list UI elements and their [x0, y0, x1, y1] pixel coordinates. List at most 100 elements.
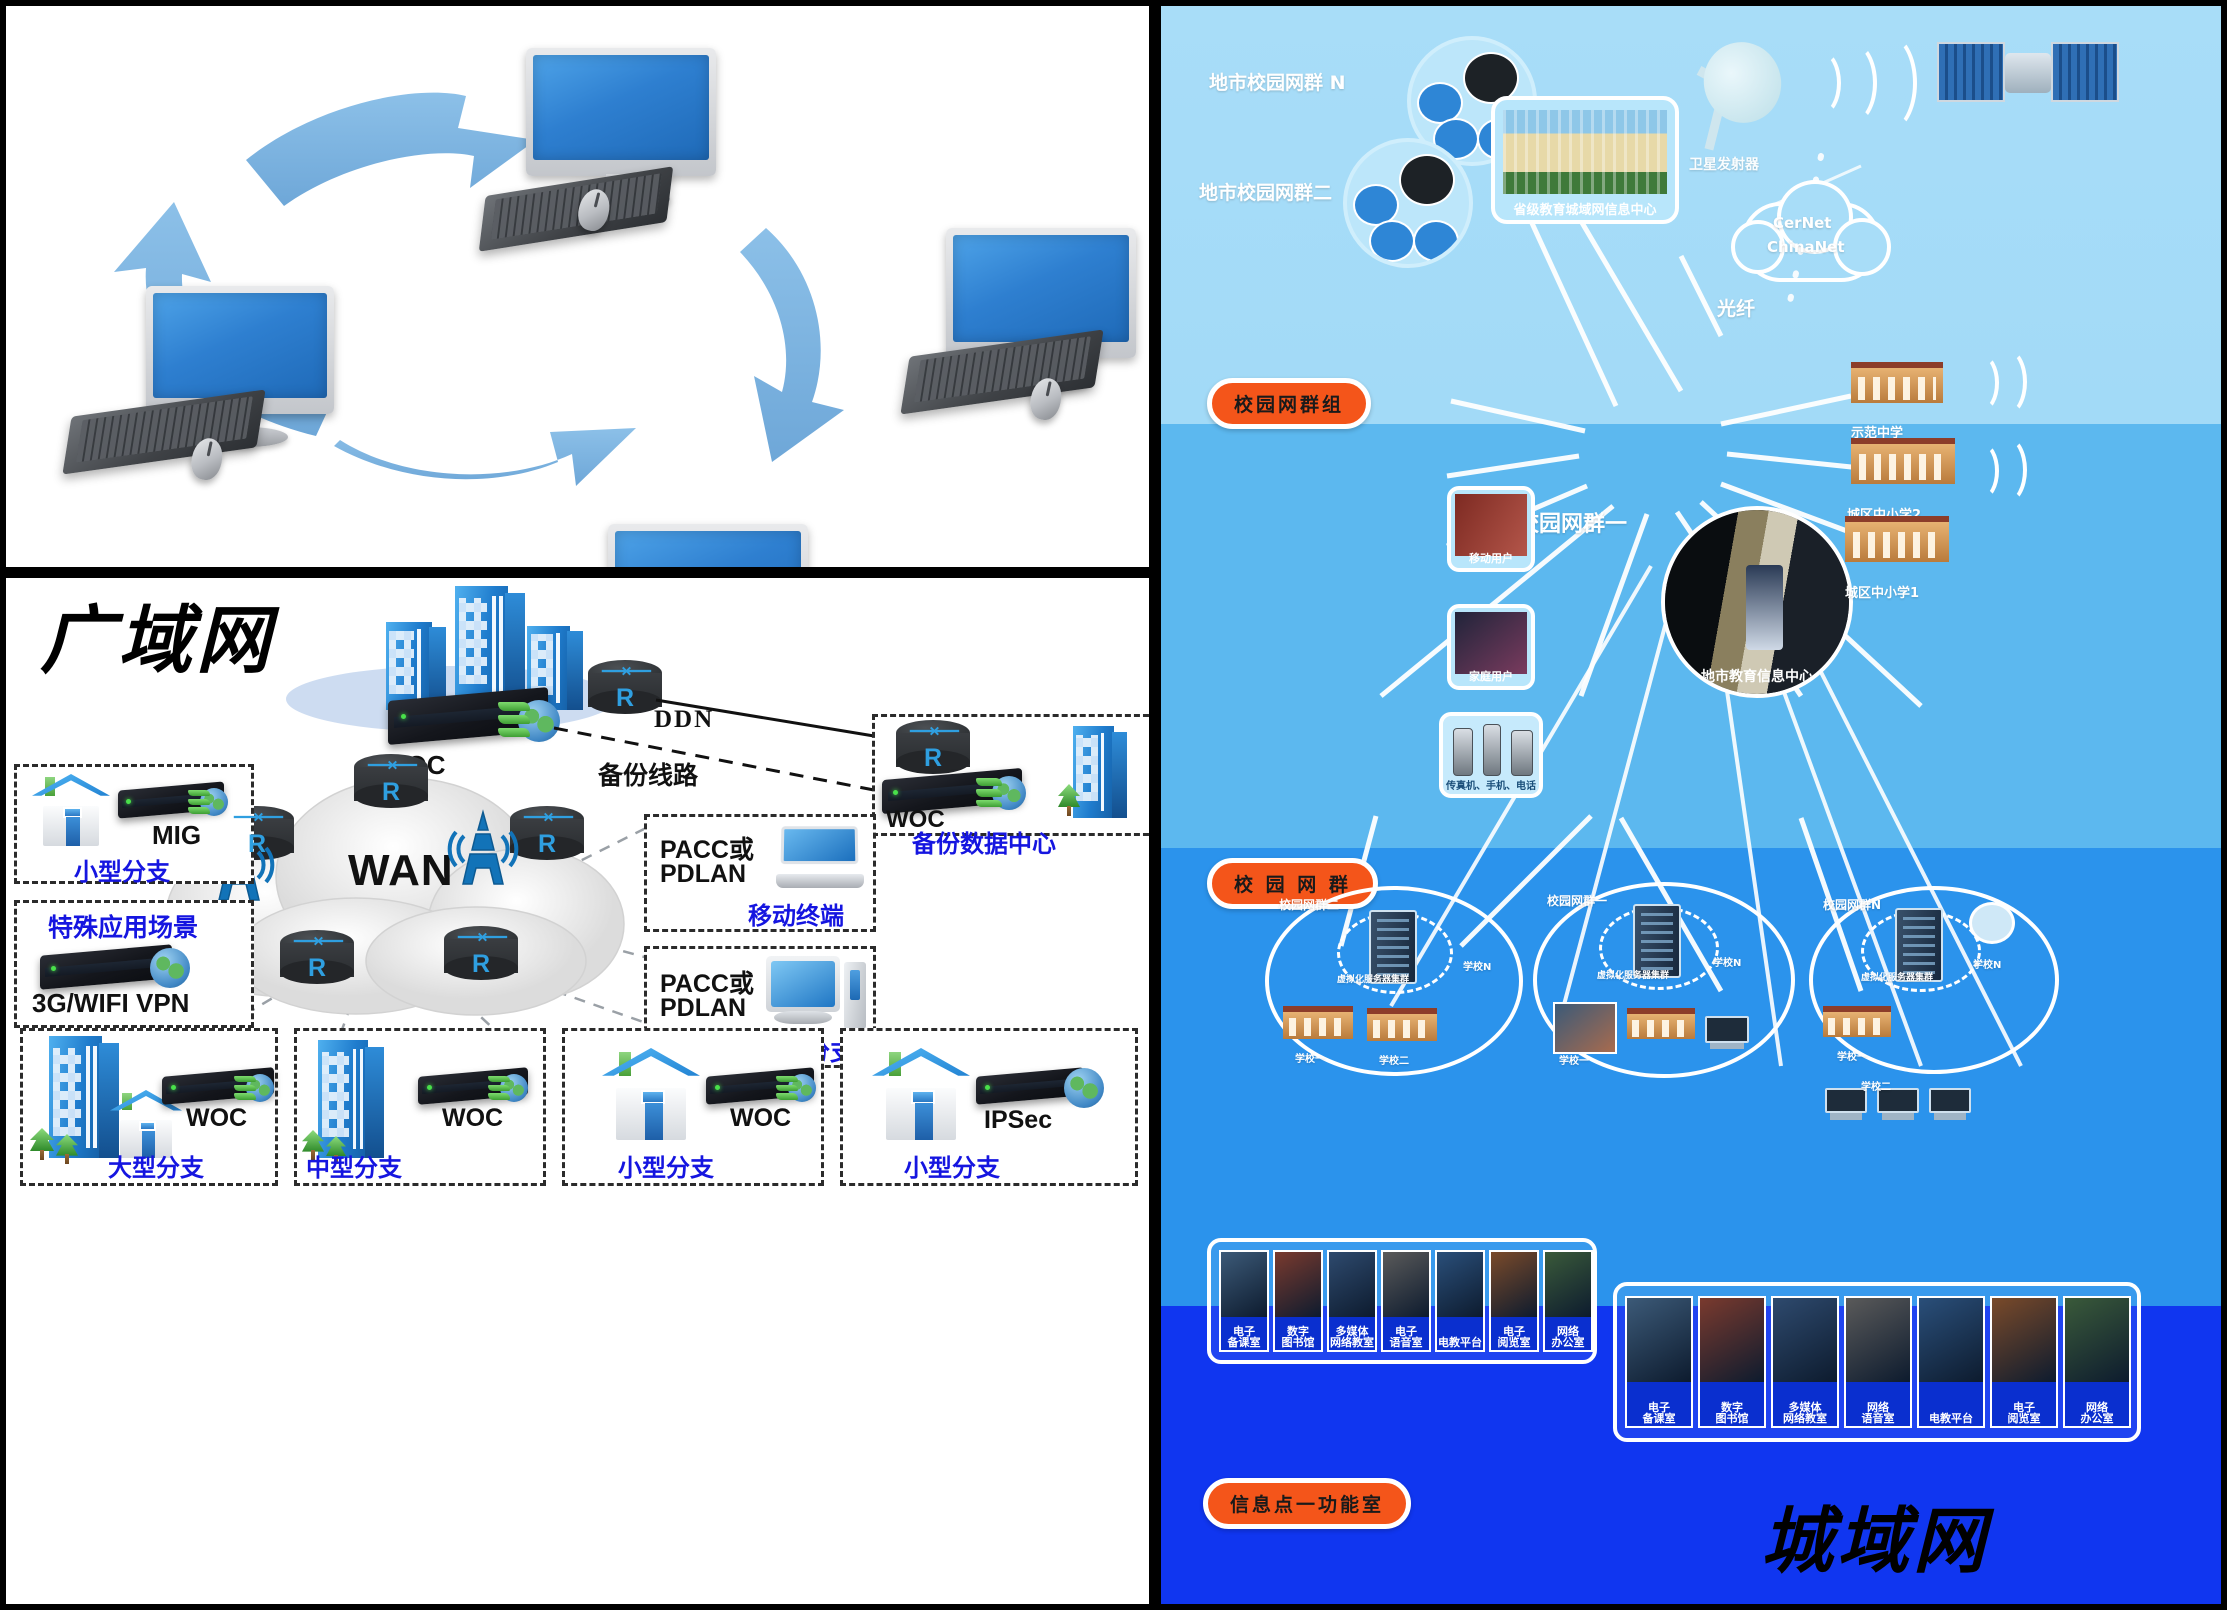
- cernet-label: CerNet: [1773, 214, 1832, 232]
- mobile-phone-icon: [1483, 724, 1501, 776]
- province-center-card: 省级教育城域网信息中心: [1491, 96, 1679, 224]
- home-user-caption: 家庭用户: [1469, 670, 1513, 683]
- server-rack-icon: [1633, 904, 1681, 978]
- info-room-tile[interactable]: 电子 语音室: [1381, 1250, 1431, 1352]
- wan-cloud-label: WAN: [348, 846, 454, 895]
- info-room-caption: 电教平台: [1438, 1336, 1482, 1350]
- chinanet-label: ChinaNet: [1767, 238, 1845, 256]
- cloud-router-left-upper: ⟶⟵ R: [220, 806, 294, 862]
- ipsec-device-label: IPSec: [984, 1106, 1053, 1134]
- pc-icon: [1929, 1088, 1971, 1124]
- info-room-photo: [1329, 1252, 1375, 1317]
- info-room-tile[interactable]: 数字 图书馆: [1698, 1296, 1766, 1428]
- info-room-caption: 电子 阅览室: [2007, 1400, 2041, 1426]
- pc-icon: [1825, 1088, 1867, 1124]
- vpn-globe-icon: [150, 948, 190, 988]
- mobile-user-caption: 移动用户: [1469, 552, 1513, 565]
- info-room-caption: 电子 备课室: [1642, 1400, 1676, 1426]
- info-room-photo: [1275, 1252, 1321, 1317]
- info-room-photo: [1545, 1252, 1591, 1317]
- info-room-tile[interactable]: 网络 办公室: [2063, 1296, 2131, 1428]
- demo-middle-school: [1851, 362, 1943, 418]
- cluster1-school-2-label: 学校二: [1379, 1056, 1409, 1067]
- info-room-caption: 网络 办公室: [2080, 1400, 2114, 1426]
- urban-primary-school-1-caption: 城区中小学1: [1845, 586, 1920, 601]
- info-room-caption: 数字 图书馆: [1281, 1324, 1315, 1350]
- info-room-photo: [1773, 1298, 1837, 1383]
- tree-icon: [56, 1134, 78, 1164]
- backup-dc-router: ⟶⟵ R: [896, 720, 970, 776]
- city-education-hub: 地市教育信息中心: [1661, 506, 1853, 698]
- cluster2-school-n-label: 学校N: [1713, 958, 1742, 969]
- info-room-tile[interactable]: 多媒体 网络教室: [1771, 1296, 1839, 1428]
- info-room-tile[interactable]: 电子 阅览室: [1489, 1250, 1539, 1352]
- medium-branch-caption: 中型分支: [306, 1154, 402, 1182]
- campus-cluster-3-label: 校园网群N: [1823, 898, 1882, 912]
- monitor: [526, 48, 716, 176]
- tree-icon: [1058, 784, 1080, 816]
- devices-caption: 传真机、手机、电话: [1446, 781, 1536, 792]
- large-branch-caption: 大型分支: [108, 1154, 204, 1182]
- info-room-tile[interactable]: 电子 阅览室: [1990, 1296, 2058, 1428]
- house-icon: [602, 1048, 700, 1140]
- mig-device-label: MIG: [152, 820, 202, 850]
- router-label: R: [923, 744, 943, 772]
- province-center-photo: [1503, 110, 1667, 194]
- diagram-root: 局域网 广域网 WOC: [0, 0, 2227, 1610]
- ddn-link-label: DDN: [654, 706, 715, 733]
- cluster2-school-1-label: 学校一: [1559, 1056, 1589, 1067]
- mobile-user-photo: [1455, 494, 1527, 556]
- info-room-photo: [2065, 1298, 2129, 1383]
- info-room-caption: 电子 语音室: [1389, 1324, 1423, 1350]
- virtual-server-label-3: 虚拟化服务器集群: [1861, 973, 1934, 983]
- small-branch-caption: 小型分支: [74, 858, 170, 886]
- desktop-pc-icon: [766, 956, 866, 1032]
- school-bubble: [1413, 220, 1459, 262]
- telephone-icon: [1511, 730, 1533, 776]
- pill-campus-group: 校园网群组: [1207, 378, 1372, 429]
- mobile-terminal-caption: 移动终端: [748, 902, 844, 930]
- signal-wave: [1987, 436, 2027, 504]
- province-center-caption: 省级教育城域网信息中心: [1513, 203, 1657, 218]
- router-label: R: [307, 954, 327, 982]
- info-room-tile[interactable]: 数字 图书馆: [1273, 1250, 1323, 1352]
- cluster3-node-bubble: [1969, 902, 2015, 944]
- hq-router: ⟶⟵ R: [588, 660, 662, 716]
- server-room-bubble: [1399, 154, 1455, 206]
- vpn-device-label: 3G/WIFI VPN: [32, 988, 190, 1018]
- campus-cluster-2-label: 校园网群一: [1547, 894, 1608, 908]
- fax-icon: [1453, 728, 1473, 776]
- large-branch-device-label: WOC: [186, 1104, 248, 1132]
- router-label: R: [381, 778, 401, 806]
- globe-icon: [1064, 1068, 1104, 1108]
- special-scenario-title: 特殊应用场景: [48, 913, 199, 942]
- left-column: 局域网 广域网 WOC: [0, 0, 1155, 1610]
- info-room-caption: 电教平台: [1929, 1412, 1973, 1426]
- info-room-tile[interactable]: 电子 备课室: [1625, 1296, 1693, 1428]
- home-user-photo: [1455, 612, 1527, 674]
- info-room-caption: 网络 办公室: [1551, 1324, 1585, 1350]
- info-room-photo: [1846, 1298, 1910, 1383]
- info-room-caption: 多媒体 网络教室: [1330, 1324, 1374, 1350]
- medium-branch-device-label: WOC: [442, 1104, 504, 1132]
- campus-group-2-bubble: [1343, 138, 1473, 268]
- accel-icon: [776, 1076, 798, 1100]
- cluster2-photo: [1553, 1002, 1617, 1054]
- city-hub-caption: 地市教育信息中心: [1701, 669, 1813, 685]
- info-room-tile[interactable]: 电子 备课室: [1219, 1250, 1269, 1352]
- info-room-photo: [1437, 1252, 1483, 1317]
- info-room-tile[interactable]: 电教平台: [1435, 1250, 1485, 1352]
- cluster3-school-1-label: 学校一: [1837, 1052, 1867, 1063]
- info-room-tile[interactable]: 多媒体 网络教室: [1327, 1250, 1377, 1352]
- info-room-caption: 多媒体 网络教室: [1783, 1400, 1827, 1426]
- cluster1-school-2: [1367, 1008, 1437, 1052]
- info-room-photo: [1919, 1298, 1983, 1383]
- info-room-tile[interactable]: 网络 语音室: [1844, 1296, 1912, 1428]
- signal-wave: [1987, 348, 2027, 416]
- mig-accel-icon: [188, 790, 210, 814]
- satellite-icon: [1933, 24, 2123, 126]
- info-room-tile[interactable]: 电教平台: [1917, 1296, 1985, 1428]
- house-icon: [872, 1048, 970, 1140]
- pc-icon: [1705, 1016, 1749, 1054]
- info-room-tile[interactable]: 网络 办公室: [1543, 1250, 1593, 1352]
